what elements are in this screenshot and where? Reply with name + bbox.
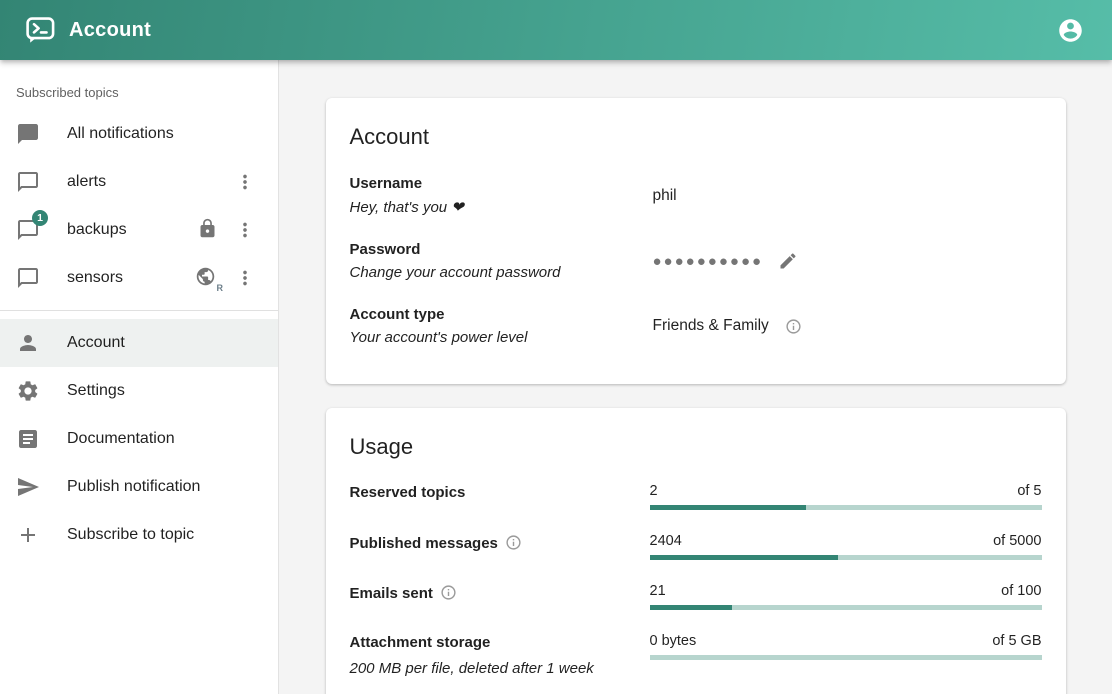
page-title: Account	[69, 19, 151, 42]
emails-sent-label: Emails sent	[350, 585, 433, 602]
sidebar-item-sensors[interactable]: sensors R	[0, 254, 278, 302]
sidebar-item-subscribe-to-topic[interactable]: Subscribe to topic	[0, 511, 278, 559]
sidebar-divider	[0, 310, 278, 311]
nav-label: Documentation	[67, 430, 175, 448]
chat-bubble-outline-icon	[16, 266, 40, 290]
username-label: Username	[350, 175, 653, 192]
usage-card: Usage Reserved topics 2 of 5 Published m…	[326, 408, 1066, 694]
topic-label: All notifications	[67, 125, 174, 143]
nav-label: Account	[67, 334, 125, 352]
password-row: Password Change your account password ●●…	[350, 241, 1042, 281]
password-label: Password	[350, 241, 653, 258]
chat-bubble-outline-icon	[16, 170, 40, 194]
lock-icon	[197, 218, 221, 242]
emails-sent-limit: of 100	[1001, 583, 1041, 599]
published-messages-label: Published messages	[350, 535, 498, 552]
topic-label: sensors	[67, 269, 123, 287]
chat-bubble-outline-icon: 1	[16, 218, 40, 242]
sidebar-item-account[interactable]: Account	[0, 319, 278, 367]
published-messages-row: Published messages 2404 of 5000	[350, 533, 1042, 560]
nav-label: Settings	[67, 382, 125, 400]
info-icon[interactable]	[785, 318, 802, 335]
username-value: phil	[653, 187, 677, 205]
progress-bar	[650, 555, 1042, 560]
more-vert-icon[interactable]	[228, 165, 262, 199]
account-type-label: Account type	[350, 306, 653, 323]
article-icon	[16, 427, 40, 451]
attachment-storage-label: Attachment storage	[350, 634, 491, 651]
account-card: Account Username Hey, that's you ❤ phil …	[326, 98, 1066, 384]
password-masked-value: ●●●●●●●●●●	[653, 254, 764, 269]
reserved-subscript: R	[217, 283, 224, 293]
attachment-storage-subtitle: 200 MB per file, deleted after 1 week	[350, 660, 650, 677]
sidebar-item-publish-notification[interactable]: Publish notification	[0, 463, 278, 511]
sidebar-item-all-notifications[interactable]: All notifications	[0, 110, 278, 158]
attachment-storage-row: Attachment storage 200 MB per file, dele…	[350, 633, 1042, 677]
account-type-subtitle: Your account's power level	[350, 329, 653, 346]
edit-pencil-icon[interactable]	[772, 245, 804, 277]
published-messages-limit: of 5000	[993, 533, 1041, 549]
attachment-storage-value: 0 bytes	[650, 633, 697, 649]
main-content: Account Username Hey, that's you ❤ phil …	[279, 60, 1112, 694]
globe-reserved-icon: R	[195, 266, 221, 290]
account-type-value: Friends & Family	[653, 317, 769, 335]
reserved-topics-limit: of 5	[1017, 483, 1041, 499]
account-type-row: Account type Your account's power level …	[350, 306, 1042, 346]
ntfy-terminal-logo-icon	[26, 17, 55, 44]
account-card-title: Account	[350, 124, 1042, 150]
account-circle-icon[interactable]	[1051, 11, 1090, 50]
username-subtitle: Hey, that's you ❤	[350, 198, 653, 216]
sidebar-item-settings[interactable]: Settings	[0, 367, 278, 415]
sidebar-item-documentation[interactable]: Documentation	[0, 415, 278, 463]
published-messages-value: 2404	[650, 533, 682, 549]
more-vert-icon[interactable]	[228, 261, 262, 295]
unread-count-badge: 1	[32, 210, 48, 226]
reserved-topics-value: 2	[650, 483, 658, 499]
topic-label: alerts	[67, 173, 106, 191]
attachment-storage-limit: of 5 GB	[992, 633, 1041, 649]
progress-bar	[650, 605, 1042, 610]
sidebar-item-backups[interactable]: 1 backups	[0, 206, 278, 254]
person-icon	[16, 331, 40, 355]
nav-label: Publish notification	[67, 478, 200, 496]
plus-icon	[16, 523, 40, 547]
progress-bar	[650, 655, 1042, 660]
emails-sent-row: Emails sent 21 of 100	[350, 583, 1042, 610]
gear-icon	[16, 379, 40, 403]
sidebar: Subscribed topics All notifications aler…	[0, 60, 279, 694]
app-bar: Account	[0, 0, 1112, 60]
topic-label: backups	[67, 221, 127, 239]
progress-bar	[650, 505, 1042, 510]
chat-bubble-filled-icon	[16, 122, 40, 146]
info-icon[interactable]	[440, 584, 457, 601]
reserved-topics-row: Reserved topics 2 of 5	[350, 483, 1042, 510]
nav-label: Subscribe to topic	[67, 526, 194, 544]
password-subtitle: Change your account password	[350, 264, 653, 281]
sidebar-item-alerts[interactable]: alerts	[0, 158, 278, 206]
more-vert-icon[interactable]	[228, 213, 262, 247]
subscribed-topics-heading: Subscribed topics	[0, 60, 278, 110]
send-icon	[16, 475, 40, 499]
reserved-topics-label: Reserved topics	[350, 484, 466, 501]
emails-sent-value: 21	[650, 583, 666, 599]
info-icon[interactable]	[505, 534, 522, 551]
usage-card-title: Usage	[350, 434, 1042, 460]
username-row: Username Hey, that's you ❤ phil	[350, 175, 1042, 216]
